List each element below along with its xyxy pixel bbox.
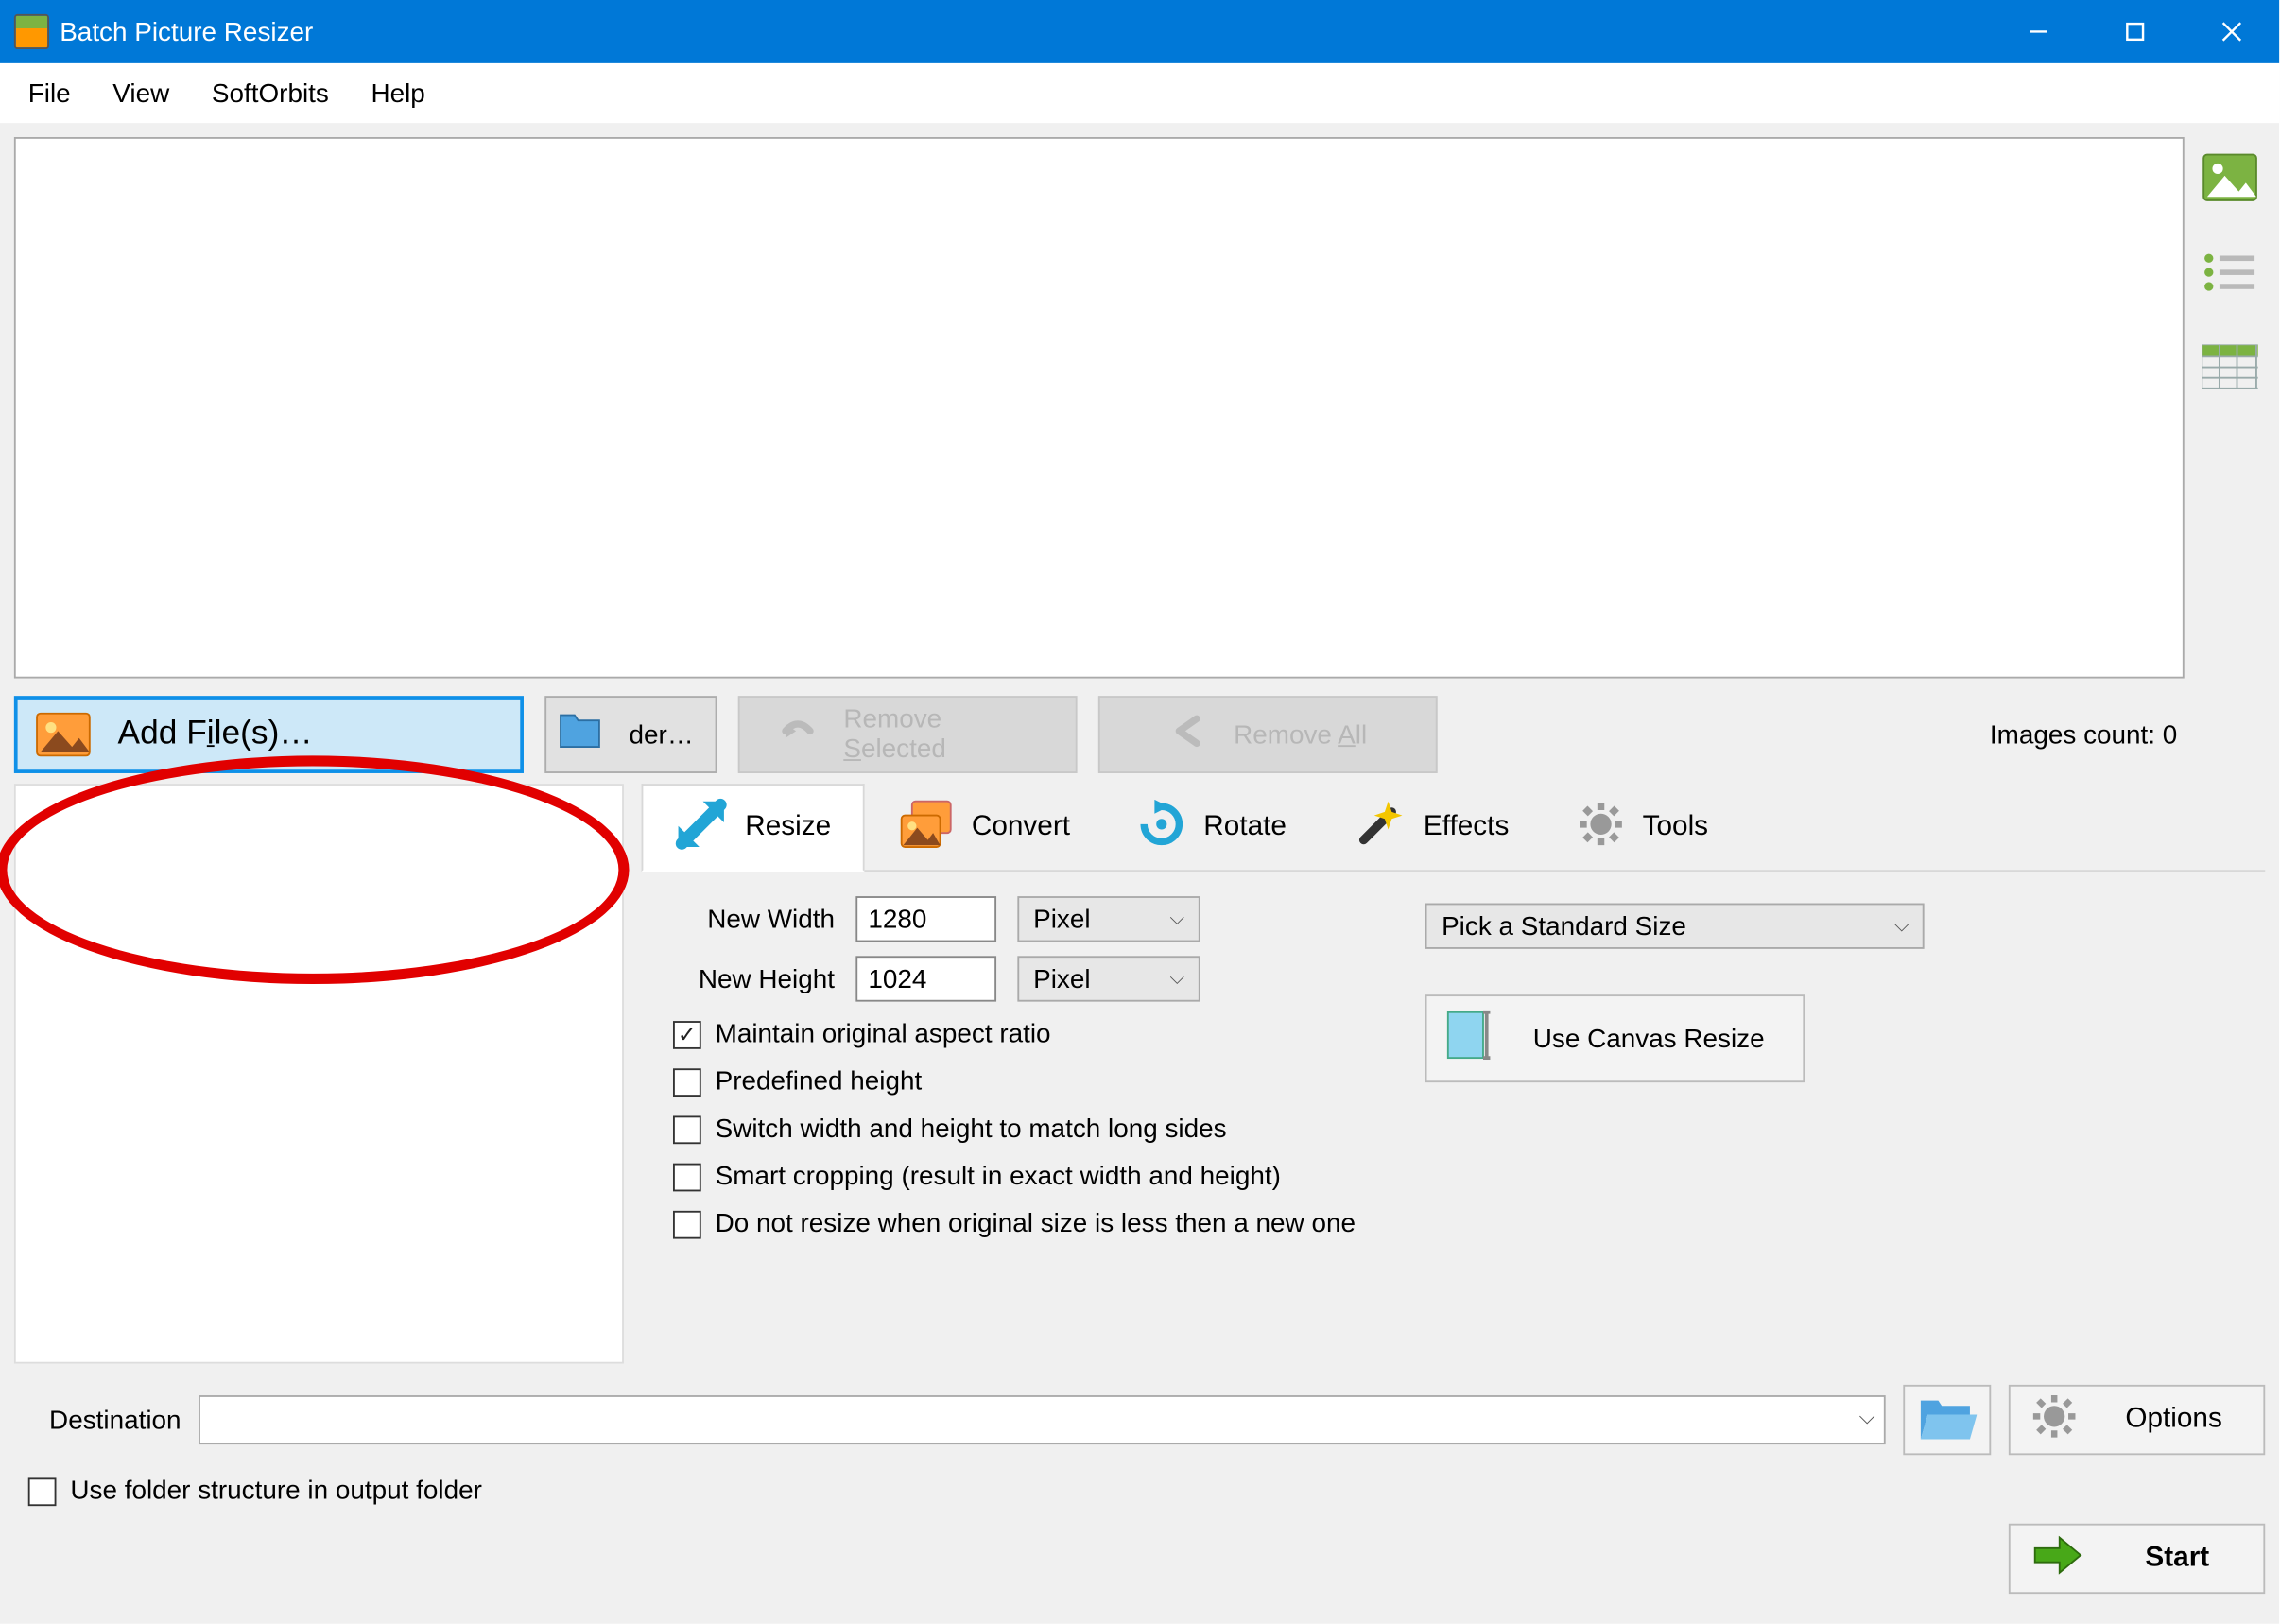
picture-icon	[35, 712, 91, 757]
tab-tools[interactable]: Tools	[1543, 784, 1742, 870]
effects-icon	[1354, 797, 1407, 858]
remove-selected-button[interactable]: Remove Selected	[738, 696, 1078, 773]
new-width-label: New Width	[673, 904, 835, 934]
canvas-icon	[1445, 1005, 1498, 1072]
use-folder-structure-label: Use folder structure in output folder	[70, 1477, 482, 1507]
resize-panel: New Width Pixel ⌵ New Height Pixel	[642, 872, 2266, 1281]
folder-icon	[557, 712, 602, 757]
add-folder-label: der…	[630, 719, 694, 750]
no-resize-smaller-label: Do not resize when original size is less…	[716, 1209, 1356, 1239]
resize-icon	[675, 797, 728, 858]
height-unit-value: Pixel	[1033, 964, 1090, 994]
smart-cropping-label: Smart cropping (result in exact width an…	[716, 1162, 1281, 1192]
window-title: Batch Picture Resizer	[60, 17, 1989, 47]
destination-label: Destination	[49, 1405, 181, 1435]
remove-selected-label: Remove Selected	[843, 704, 1036, 764]
remove-all-button[interactable]: Remove All	[1098, 696, 1438, 773]
view-list-button[interactable]	[2200, 243, 2259, 302]
width-unit-value: Pixel	[1033, 904, 1090, 934]
app-icon	[14, 14, 49, 49]
tab-tools-label: Tools	[1643, 812, 1708, 843]
tab-effects[interactable]: Effects	[1320, 784, 1542, 870]
browse-destination-button[interactable]	[1903, 1385, 1991, 1455]
tab-resize[interactable]: Resize	[642, 784, 865, 872]
chevron-down-icon[interactable]: ⌵	[1859, 1404, 1875, 1430]
add-files-button[interactable]: Add File(s)…	[14, 696, 524, 773]
folder-open-icon	[1917, 1397, 1977, 1443]
preview-panel	[14, 784, 624, 1363]
remove-selected-icon	[779, 712, 818, 757]
new-height-input[interactable]	[855, 956, 996, 1001]
minimize-button[interactable]	[1989, 0, 2085, 63]
chevron-down-icon: ⌵	[1894, 915, 1909, 938]
switch-wh-checkbox[interactable]	[673, 1115, 701, 1144]
options-button[interactable]: Options	[2009, 1385, 2265, 1455]
remove-all-label: Remove All	[1234, 719, 1367, 750]
settings-tabs: Resize Convert Rotate	[642, 784, 2266, 872]
menubar: File View SoftOrbits Help	[0, 63, 2279, 123]
start-arrow-icon	[2031, 1535, 2084, 1582]
new-width-input[interactable]	[855, 896, 996, 942]
tab-convert[interactable]: Convert	[864, 784, 1103, 870]
tab-resize-label: Resize	[745, 812, 831, 843]
view-details-button[interactable]	[2200, 337, 2259, 397]
standard-size-value: Pick a Standard Size	[1442, 911, 1686, 942]
menu-file[interactable]: File	[7, 68, 92, 119]
no-resize-smaller-checkbox[interactable]	[673, 1210, 701, 1238]
standard-size-select[interactable]: Pick a Standard Size ⌵	[1425, 904, 1925, 949]
tools-icon	[1576, 799, 1625, 856]
chevron-down-icon: ⌵	[1169, 907, 1184, 930]
tab-rotate-label: Rotate	[1203, 812, 1287, 843]
switch-wh-label: Switch width and height to match long si…	[716, 1114, 1227, 1145]
use-folder-structure-checkbox[interactable]	[28, 1477, 57, 1505]
aspect-ratio-label: Maintain original aspect ratio	[716, 1019, 1051, 1049]
start-button[interactable]: Start	[2009, 1524, 2265, 1594]
smart-cropping-checkbox[interactable]	[673, 1163, 701, 1191]
add-files-label: Add File(s)…	[118, 716, 313, 754]
chevron-down-icon: ⌵	[1169, 967, 1184, 990]
convert-icon	[898, 797, 954, 858]
width-unit-select[interactable]: Pixel ⌵	[1017, 896, 1200, 942]
new-height-label: New Height	[673, 964, 835, 994]
file-list-area[interactable]	[14, 137, 2185, 679]
remove-all-icon	[1168, 712, 1207, 757]
tab-convert-label: Convert	[972, 812, 1070, 843]
start-label: Start	[2113, 1543, 2243, 1574]
tab-effects-label: Effects	[1424, 812, 1509, 843]
maximize-button[interactable]	[2086, 0, 2183, 63]
menu-view[interactable]: View	[92, 68, 191, 119]
close-button[interactable]	[2183, 0, 2279, 63]
view-thumbnails-button[interactable]	[2200, 147, 2259, 207]
destination-input[interactable]	[199, 1395, 1886, 1444]
predefined-height-checkbox[interactable]	[673, 1067, 701, 1096]
use-canvas-resize-button[interactable]: Use Canvas Resize	[1425, 994, 1805, 1082]
menu-help[interactable]: Help	[350, 68, 446, 119]
aspect-ratio-checkbox[interactable]	[673, 1020, 701, 1048]
gear-icon	[2031, 1392, 2077, 1447]
options-label: Options	[2105, 1404, 2242, 1435]
rotate-icon	[1137, 799, 1186, 856]
images-count-label: Images count: 0	[1990, 719, 2185, 750]
add-folder-button[interactable]: der…	[544, 696, 717, 773]
titlebar: Batch Picture Resizer	[0, 0, 2279, 63]
canvas-button-label: Use Canvas Resize	[1533, 1024, 1765, 1054]
height-unit-select[interactable]: Pixel ⌵	[1017, 956, 1200, 1001]
predefined-height-label: Predefined height	[716, 1066, 923, 1097]
menu-softorbits[interactable]: SoftOrbits	[191, 68, 351, 119]
tab-rotate[interactable]: Rotate	[1103, 784, 1320, 870]
